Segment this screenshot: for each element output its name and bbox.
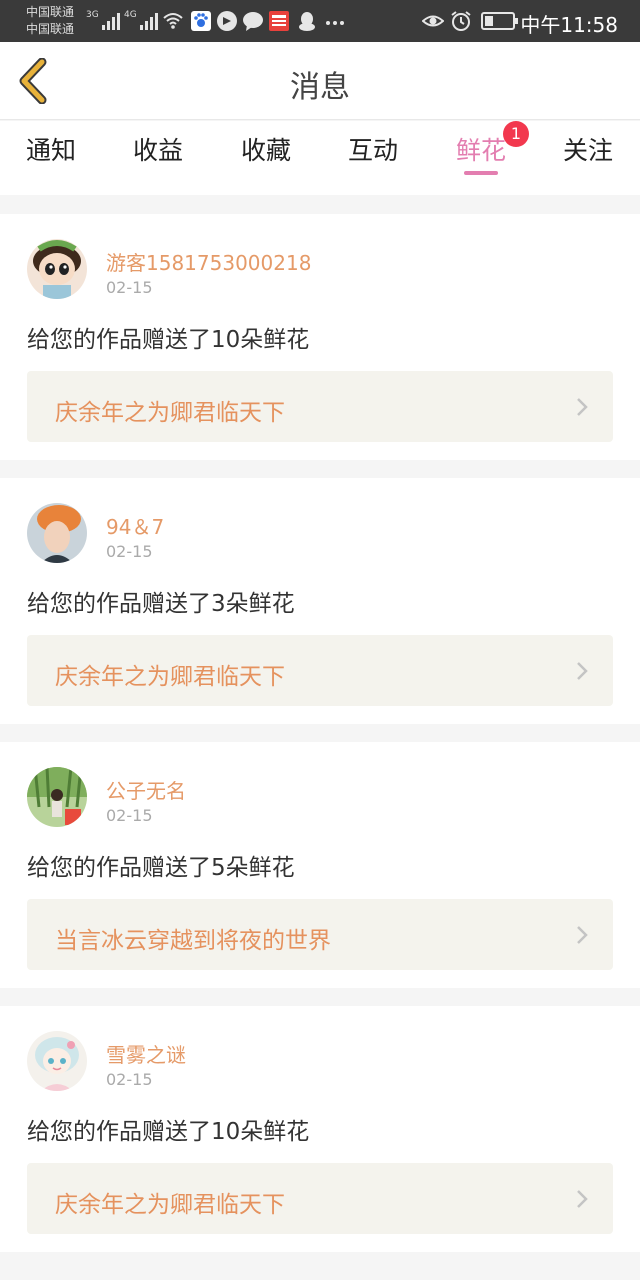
work-link[interactable]: 庆余年之为卿君临天下 [27,635,613,706]
tab-following[interactable]: 关注 [563,131,613,167]
wifi-icon [163,13,183,29]
work-title: 庆余年之为卿君临天下 [55,400,285,426]
avatar[interactable] [27,1031,87,1091]
avatar[interactable] [27,503,87,563]
network-3g-label: 3G [86,10,99,20]
baidu-icon [191,11,211,31]
tab-flowers[interactable]: 鲜花 [456,131,506,167]
work-title: 庆余年之为卿君临天下 [55,1192,285,1218]
app-header: 消息 [0,42,640,120]
eye-icon [422,15,444,27]
work-link[interactable]: 当言冰云穿越到将夜的世界 [27,899,613,970]
tab-earnings[interactable]: 收益 [133,131,183,167]
message-date: 02-15 [106,806,153,825]
work-title: 庆余年之为卿君临天下 [55,664,285,690]
network-4g-label: 4G [124,10,137,20]
tab-interactions[interactable]: 互动 [348,131,398,167]
chevron-right-icon [577,398,588,416]
chat-icon [243,12,263,31]
flower-message-card: 94＆7 02-15 给您的作品赠送了3朵鲜花 庆余年之为卿君临天下 [0,478,640,724]
toutiao-icon [269,11,289,31]
message-date: 02-15 [106,278,153,297]
more-icon [326,21,344,25]
sender-name[interactable]: 游客1581753000218 [106,247,311,276]
carrier-2: 中国联通 [26,22,75,36]
message-text: 给您的作品赠送了5朵鲜花 [27,855,295,881]
flower-message-card: 公子无名 02-15 给您的作品赠送了5朵鲜花 当言冰云穿越到将夜的世界 [0,742,640,988]
qq-icon [299,12,315,31]
sender-name[interactable]: 雪雾之谜 [106,1039,186,1068]
clock: 中午11:58 [520,13,618,37]
signal-4g-icon: 4G [124,10,158,30]
avatar[interactable] [27,239,87,299]
active-tab-indicator [464,171,498,175]
page-title: 消息 [290,70,350,105]
message-text: 给您的作品赠送了10朵鲜花 [27,327,310,353]
status-bar: 中国联通 中国联通 3G 4G 中午11:58 [0,0,640,42]
avatar[interactable] [27,767,87,827]
alarm-icon [451,11,471,31]
message-date: 02-15 [106,1070,153,1089]
work-link[interactable]: 庆余年之为卿君临天下 [27,1163,613,1234]
message-text: 给您的作品赠送了10朵鲜花 [27,1119,310,1145]
chevron-right-icon [577,926,588,944]
tab-favorites[interactable]: 收藏 [241,131,291,167]
message-date: 02-15 [106,542,153,561]
chevron-right-icon [577,1190,588,1208]
message-tabs: 通知 收益 收藏 互动 鲜花 关注 1 [0,121,640,195]
sender-name[interactable]: 公子无名 [106,775,186,804]
carrier-names: 中国联通 中国联通 [26,4,74,38]
flower-message-card: 雪雾之谜 02-15 给您的作品赠送了10朵鲜花 庆余年之为卿君临天下 [0,1006,640,1252]
flower-unread-badge: 1 [503,121,529,147]
flower-message-card: 游客1581753000218 02-15 给您的作品赠送了10朵鲜花 庆余年之… [0,214,640,460]
app-icon [217,11,237,31]
carrier-1: 中国联通 [26,5,75,19]
signal-3g-icon: 3G [86,10,120,30]
work-title: 当言冰云穿越到将夜的世界 [55,928,331,954]
battery-icon [481,12,518,30]
message-text: 给您的作品赠送了3朵鲜花 [27,591,295,617]
tab-notifications[interactable]: 通知 [26,131,76,167]
sender-name[interactable]: 94＆7 [106,511,164,540]
work-link[interactable]: 庆余年之为卿君临天下 [27,371,613,442]
chevron-right-icon [577,662,588,680]
